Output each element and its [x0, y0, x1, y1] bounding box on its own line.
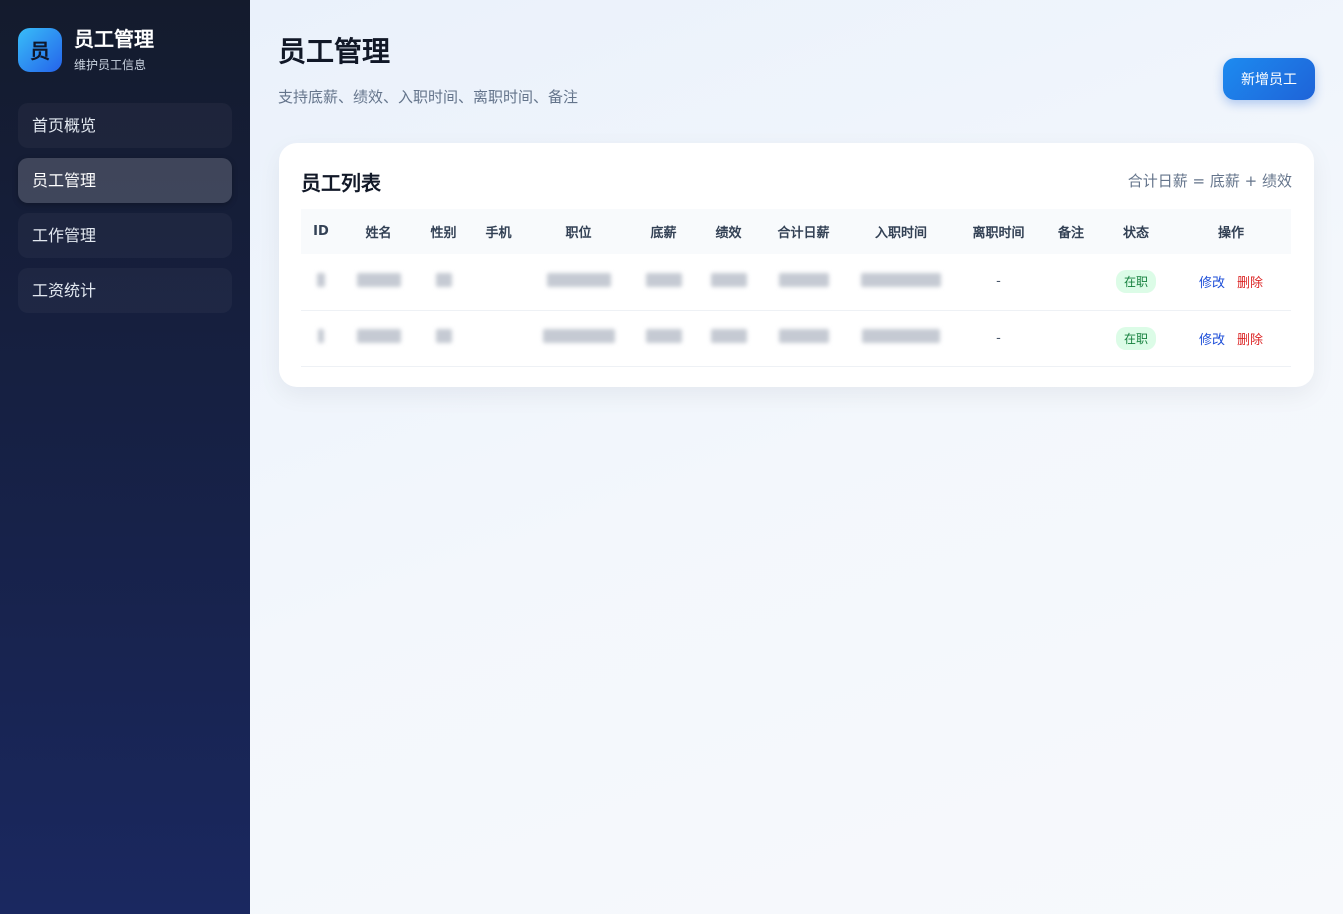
col-position: 职位	[565, 226, 592, 241]
page-subtitle: 支持底薪、绩效、入职时间、离职时间、备注	[278, 88, 579, 106]
cell-id	[301, 254, 341, 310]
cell-leave-date: -	[996, 330, 1001, 346]
cell-performance	[696, 254, 761, 310]
cell-phone	[471, 310, 526, 366]
cell-remark	[1041, 310, 1101, 366]
employee-list-card: 员工列表 合计日薪 = 底薪 + 绩效 ID 姓名 性别 手机 职位 底薪 绩效…	[279, 143, 1314, 387]
col-phone: 手机	[485, 226, 512, 241]
brand-logo: 员	[18, 27, 62, 72]
main-content: 员工管理 支持底薪、绩效、入职时间、离职时间、备注 新增员工 员工列表 合计日薪…	[250, 0, 1343, 914]
cell-base-salary	[631, 254, 696, 310]
cell-name	[341, 254, 416, 310]
add-employee-button[interactable]: 新增员工	[1223, 58, 1315, 100]
cell-position	[526, 254, 631, 310]
sidebar-item-salary[interactable]: 工资统计	[18, 268, 232, 313]
sidebar-item-work[interactable]: 工作管理	[18, 213, 232, 258]
table-row: - 在职 修改 删除	[301, 310, 1291, 366]
brand: 员 员工管理 维护员工信息	[18, 26, 232, 73]
delete-link[interactable]: 删除	[1237, 276, 1263, 291]
cell-name	[341, 310, 416, 366]
cell-status: 在职	[1101, 254, 1171, 310]
col-hire-date: 入职时间	[874, 226, 927, 241]
table-row: - 在职 修改 删除	[301, 254, 1291, 310]
col-leave-date: 离职时间	[972, 226, 1025, 241]
sidebar: 员 员工管理 维护员工信息 首页概览 员工管理 工作管理 工资统计	[0, 0, 250, 914]
delete-link[interactable]: 删除	[1237, 333, 1263, 348]
cell-gender	[416, 310, 471, 366]
col-status: 状态	[1122, 226, 1149, 241]
sidebar-item-overview[interactable]: 首页概览	[18, 103, 232, 148]
cell-leave-date: -	[996, 274, 1001, 290]
card-title: 员工列表	[301, 171, 381, 195]
col-name: 姓名	[365, 226, 392, 241]
edit-link[interactable]: 修改	[1199, 276, 1225, 291]
employee-table: ID 姓名 性别 手机 职位 底薪 绩效 合计日薪 入职时间 离职时间 备注 状…	[301, 209, 1291, 367]
table-header-row: ID 姓名 性别 手机 职位 底薪 绩效 合计日薪 入职时间 离职时间 备注 状…	[301, 209, 1291, 254]
edit-link[interactable]: 修改	[1199, 333, 1225, 348]
cell-daily-total	[761, 310, 846, 366]
salary-formula-note: 合计日薪 = 底薪 + 绩效	[1127, 172, 1292, 190]
status-badge: 在职	[1115, 270, 1156, 294]
cell-hire-date	[846, 254, 956, 310]
col-id: ID	[313, 224, 329, 239]
cell-position	[526, 310, 631, 366]
status-badge: 在职	[1115, 326, 1156, 350]
col-daily-total: 合计日薪	[777, 226, 830, 241]
cell-status: 在职	[1101, 310, 1171, 366]
cell-actions: 修改 删除	[1171, 310, 1291, 366]
cell-gender	[416, 254, 471, 310]
cell-id	[301, 310, 341, 366]
page-title: 员工管理	[278, 35, 391, 68]
cell-phone	[471, 254, 526, 310]
cell-hire-date	[846, 310, 956, 366]
brand-subtitle: 维护员工信息	[74, 58, 147, 72]
col-performance: 绩效	[715, 226, 742, 241]
col-gender: 性别	[430, 226, 457, 241]
col-actions: 操作	[1217, 226, 1244, 241]
cell-base-salary	[631, 310, 696, 366]
brand-title: 员工管理	[74, 27, 154, 51]
sidebar-item-employees[interactable]: 员工管理	[18, 158, 232, 203]
cell-actions: 修改 删除	[1171, 254, 1291, 310]
cell-daily-total	[761, 254, 846, 310]
col-remark: 备注	[1057, 226, 1084, 241]
cell-performance	[696, 310, 761, 366]
col-base-salary: 底薪	[650, 226, 677, 241]
cell-remark	[1041, 254, 1101, 310]
